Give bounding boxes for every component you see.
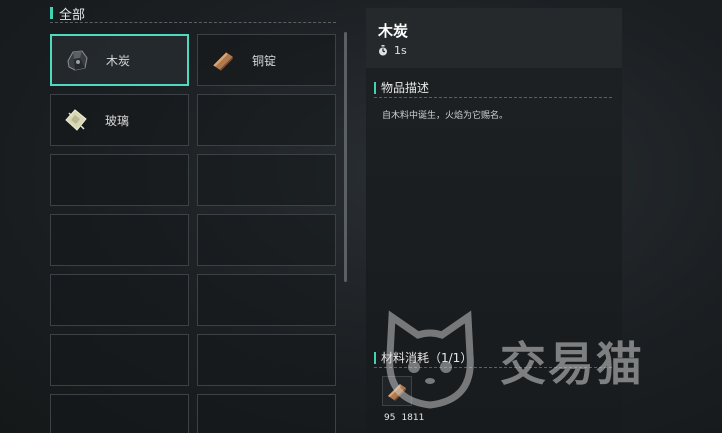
item-description: 自木料中诞生，火焰为它赐名。 xyxy=(382,111,509,121)
material-required: 95 xyxy=(384,413,396,423)
materials-section-title: 材料消耗（1/1） xyxy=(374,349,472,366)
description-section-title: 物品描述 xyxy=(374,79,429,96)
empty-item-slot[interactable] xyxy=(50,214,189,266)
craft-time-value: 1s xyxy=(394,44,407,57)
material-count: 95 1811 xyxy=(384,413,424,423)
empty-item-slot[interactable] xyxy=(197,154,336,206)
empty-item-slot[interactable] xyxy=(197,214,336,266)
empty-item-slot[interactable] xyxy=(197,334,336,386)
empty-item-slot[interactable] xyxy=(50,334,189,386)
materials-accent-bar xyxy=(374,351,376,364)
category-header: 全部 xyxy=(50,4,336,23)
materials-title: 材料消耗（1/1） xyxy=(381,351,473,365)
crafting-screen: 全部 木炭 铜锭 玻璃 木炭 1s 物品描述 自木料中诞生，火焰为它赐名。 材料消耗… xyxy=(0,0,722,433)
item-slot[interactable]: 木炭 xyxy=(50,34,189,86)
empty-item-slot[interactable] xyxy=(197,394,336,433)
description-divider xyxy=(374,97,612,98)
empty-item-slot[interactable] xyxy=(197,274,336,326)
item-name: 铜锭 xyxy=(252,53,277,68)
material-owned: 1811 xyxy=(401,413,425,423)
glass-icon xyxy=(63,107,89,133)
item-grid: 木炭 铜锭玻璃 xyxy=(50,34,336,433)
materials-divider xyxy=(374,367,612,368)
item-slot[interactable]: 铜锭 xyxy=(197,34,336,86)
empty-item-slot[interactable] xyxy=(50,274,189,326)
category-accent-bar xyxy=(50,7,53,19)
empty-item-slot[interactable] xyxy=(50,394,189,433)
category-divider xyxy=(50,22,336,23)
item-grid-scrollbar[interactable] xyxy=(344,32,347,282)
material-slot-copper-ingot[interactable] xyxy=(382,376,412,406)
item-slot[interactable]: 玻璃 xyxy=(50,94,189,146)
item-title: 木炭 xyxy=(378,22,409,40)
item-detail-panel xyxy=(366,8,622,433)
item-name: 玻璃 xyxy=(105,113,130,128)
empty-item-slot[interactable] xyxy=(197,94,336,146)
stopwatch-icon xyxy=(379,45,387,56)
copper-ingot-icon xyxy=(388,384,406,401)
category-label: 全部 xyxy=(59,7,86,23)
description-accent-bar xyxy=(374,81,376,94)
craft-time: 1s xyxy=(378,44,407,57)
copper-ingot-icon xyxy=(210,47,236,73)
charcoal-icon xyxy=(64,47,90,73)
item-name: 木炭 xyxy=(106,53,131,68)
empty-item-slot[interactable] xyxy=(50,154,189,206)
description-title: 物品描述 xyxy=(381,81,430,95)
